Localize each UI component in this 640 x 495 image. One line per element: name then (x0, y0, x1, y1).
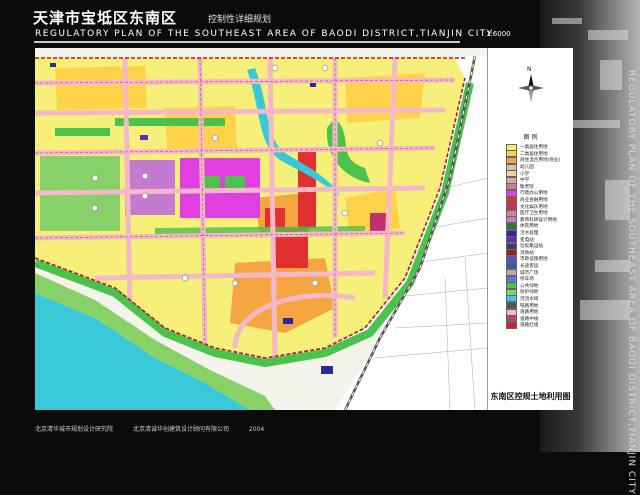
legend-label: 垃圾集运站 (520, 244, 543, 250)
land-use-map (35, 48, 488, 410)
legend-label: 商业金融用地 (520, 198, 548, 204)
legend-label: 商住混合用地(商业) (520, 158, 561, 164)
legend-label: 河流水域 (520, 296, 539, 302)
substation-marker (140, 135, 148, 140)
education-block (125, 160, 175, 215)
legend-list: 一类居住用地 二类居住用地 商住混合用地(商业) 幼儿园 小学 中学 敬老院 行政办公用地 商业… (506, 143, 572, 329)
legend-label: 消防站 (520, 250, 534, 256)
north-label: N (527, 66, 532, 73)
legend-label: 城市广场 (520, 270, 539, 276)
residential-nw (55, 66, 147, 110)
legend-label: 幼儿园 (520, 165, 534, 171)
header-divider (34, 41, 460, 43)
legend-label: 教育科研设计用地 (520, 217, 557, 223)
legend-label: 敬老院 (520, 184, 534, 190)
legend-label: 铁路用地 (520, 303, 539, 309)
legend-heading: 图 例 (523, 134, 538, 141)
legend-label: 长途客运 (520, 263, 539, 269)
scale-label: 1:6000 (486, 30, 511, 38)
english-title: REGULATORY PLAN OF THE SOUTHEAST AREA OF… (35, 29, 494, 39)
footer: 北京清华城市规划设计研究院 北京清诚华创建筑设计顾问有限公司 2004 (35, 424, 282, 433)
legend-label: 停车场 (520, 277, 534, 283)
legend-swatch (506, 321, 517, 329)
north-arrow-icon (518, 74, 544, 102)
legend-label: 一类居住用地 (520, 145, 548, 151)
legend-label: 道路红线 (520, 323, 539, 329)
side-caption: REGULATORY PLAN OF THE SOUTHEAST AREA OF… (626, 70, 636, 495)
legend-label: 行政办公用地 (520, 191, 548, 197)
legend-label: 小学 (520, 171, 530, 177)
footer-year: 2004 (248, 426, 265, 433)
legend-label: 公共绿地 (520, 283, 539, 289)
legend-label: 体育用地 (520, 224, 539, 230)
legend-label: 二类居住用地 (520, 151, 548, 157)
legend-label: 防护绿地 (520, 290, 539, 296)
green-strip-nw (55, 128, 110, 136)
legend-item: 道路红线 (506, 321, 572, 329)
legend-panel: N 图 例 一类居住用地 二类居住用地 商住混合用地(商业) 幼儿园 小学 中学 敬老院 行政… (487, 48, 573, 410)
legend-label: 中学 (520, 178, 530, 184)
legend-label: 污水处理 (520, 231, 539, 237)
legend-label: 道路用地 (520, 310, 539, 316)
page-subtitle: 控制性详细规划 (208, 15, 272, 25)
admin-green-2 (225, 176, 245, 188)
legend-label: 文化娱乐用地 (520, 204, 548, 210)
land-use-map-svg (35, 48, 488, 410)
page-title: 天津市宝坻区东南区 (33, 9, 178, 27)
legend-label: 医疗卫生用地 (520, 211, 548, 217)
green-strip-n (115, 118, 225, 126)
footer-institute: 北京清华城市规划设计研究院 (35, 426, 114, 433)
legend-label: 市政设施用地 (520, 257, 548, 263)
map-title: 东南区控规土地利用图 (490, 392, 571, 401)
legend-label: 变电站 (520, 237, 534, 243)
legend-label: 道路中线 (520, 316, 539, 322)
footer-company: 北京清诚华创建筑设计顾问有限公司 (132, 426, 229, 433)
